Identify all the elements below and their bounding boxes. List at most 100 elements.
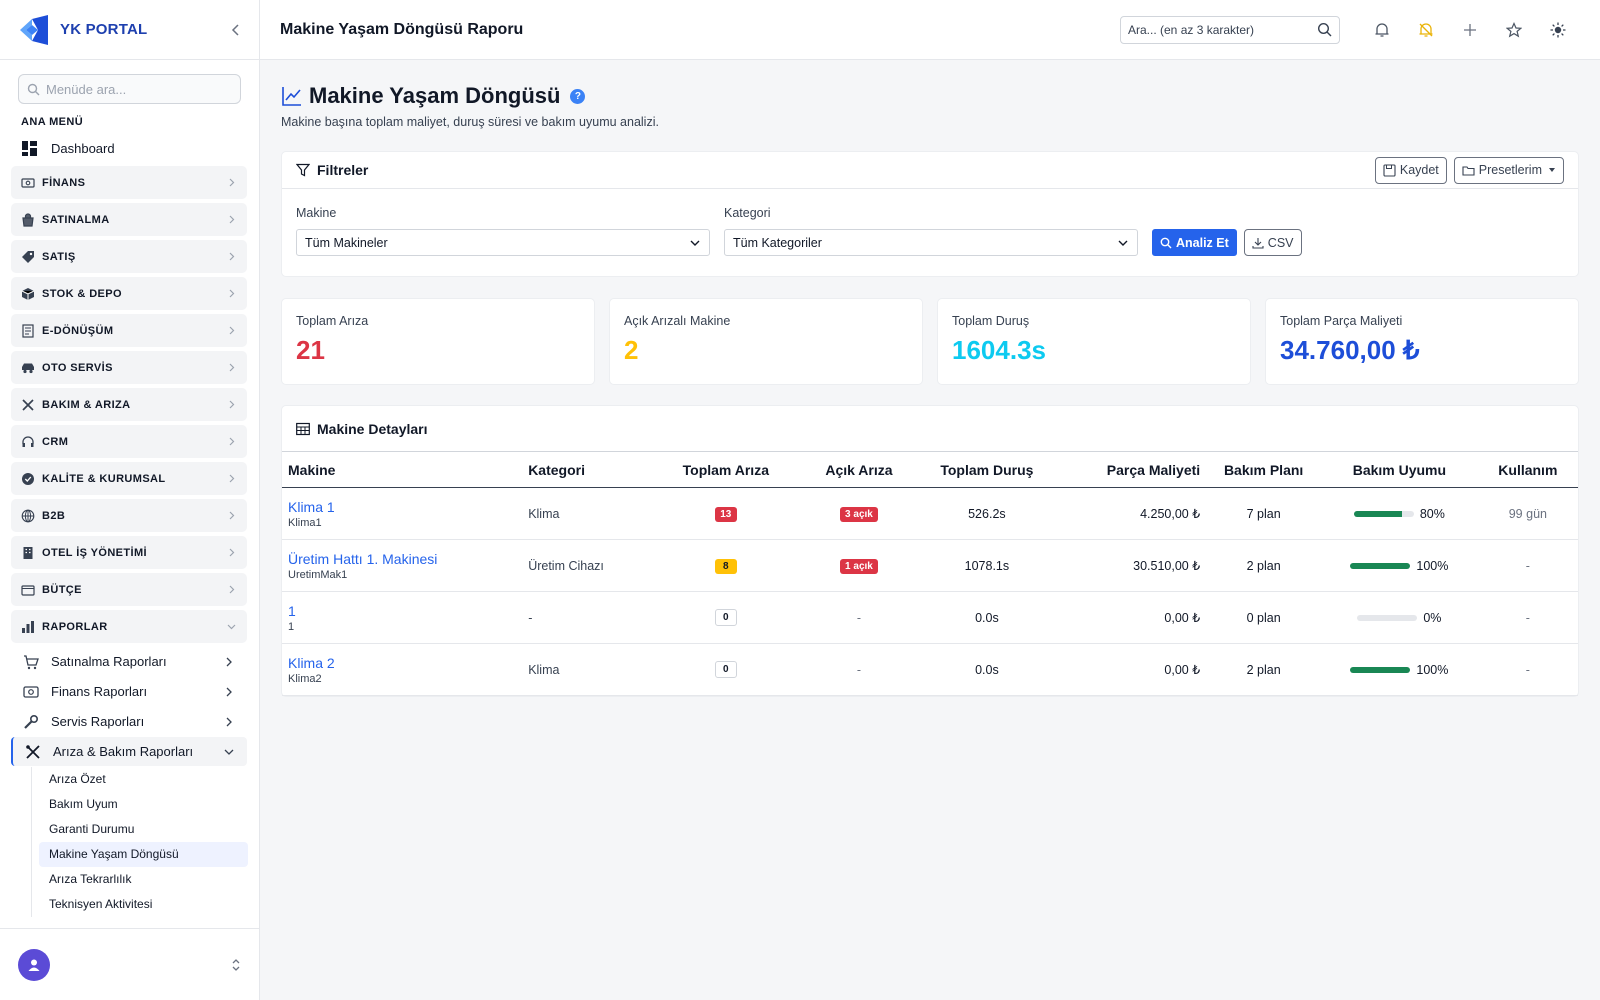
sidebar-item-finans-raporlari[interactable]: Finans Raporları <box>11 677 247 706</box>
sidebar-group-label: BÜTÇE <box>42 583 82 596</box>
usage-value: - <box>1477 539 1578 592</box>
analyze-button[interactable]: Analiz Et <box>1152 229 1237 256</box>
menu-search-input[interactable] <box>46 81 216 97</box>
presets-dropdown[interactable]: Presetlerim <box>1453 156 1564 184</box>
stat-card: Açık Arızalı Makine 2 <box>609 298 923 385</box>
csv-button[interactable]: CSV <box>1243 229 1302 256</box>
avatar[interactable] <box>18 948 50 981</box>
wrench-icon <box>24 714 39 729</box>
sun-icon[interactable] <box>1536 22 1580 38</box>
sidebar-item-label: Finans Raporları <box>51 684 148 699</box>
column-header[interactable]: Makine <box>282 451 523 488</box>
table-row: Klima 2 Klima2 Klima 0 - 0.0s 0,00 ₺ 2 plan 100%… <box>282 643 1578 696</box>
global-search[interactable] <box>1120 15 1340 44</box>
sidebar-leaf-item[interactable]: Teknisyen Aktivitesi <box>39 892 248 917</box>
sidebar-group-8[interactable]: KALİTE & KURUMSAL <box>11 462 247 495</box>
chevron-right-icon <box>226 214 237 225</box>
chevron-right-icon <box>226 362 237 373</box>
sidebar-item-satinalma-raporlari[interactable]: Satınalma Raporları <box>11 647 247 676</box>
stat-value: 1604.3s <box>952 335 1046 365</box>
stat-card: Toplam Parça Maliyeti 34.760,00 ₺ <box>1265 298 1579 385</box>
sidebar-group-0[interactable]: FİNANS <box>11 166 247 199</box>
compliance-value: 100% <box>1416 559 1449 573</box>
chevron-right-icon <box>226 251 237 262</box>
compliance-progress-fill <box>1350 563 1411 569</box>
sidebar-item-servis-raporlari[interactable]: Servis Raporları <box>11 707 247 736</box>
sidebar: YK PORTAL ANA MENÜ Dashboard FİNANS SATIN… <box>0 0 260 1000</box>
table-row: Klima 1 Klima1 Klima 13 3 açık 526.2s 4.250,00… <box>282 487 1578 540</box>
cart-icon <box>24 654 39 669</box>
machine-link[interactable]: 1 <box>288 603 516 619</box>
sidebar-group-6[interactable]: BAKIM & ARIZA <box>11 388 247 421</box>
sidebar-group-3[interactable]: STOK & DEPO <box>11 277 247 310</box>
search-icon[interactable] <box>1317 22 1332 37</box>
compliance-progress-bar <box>1350 667 1411 673</box>
sidebar-group-11[interactable]: BÜTÇE <box>11 573 247 606</box>
global-search-input[interactable] <box>1128 22 1317 37</box>
bell-off-icon[interactable] <box>1404 22 1448 38</box>
column-header[interactable]: Toplam Duruş <box>913 451 1060 488</box>
sidebar-group-1[interactable]: SATINALMA <box>11 203 247 236</box>
machine-category: - <box>522 591 648 644</box>
machine-link[interactable]: Üretim Hattı 1. Makinesi <box>288 551 516 567</box>
chevron-right-icon <box>226 584 237 595</box>
column-header[interactable]: Bakım Uyumu <box>1321 451 1478 488</box>
bell-icon[interactable] <box>1360 22 1404 38</box>
tools-icon <box>21 398 35 412</box>
sidebar-item-ariza-bakim-raporlari[interactable]: Arıza & Bakım Raporları <box>11 737 247 766</box>
sidebar-group-9[interactable]: B2B <box>11 499 247 532</box>
stat-label: Toplam Arıza <box>296 314 369 328</box>
machine-code: Klima2 <box>288 672 322 685</box>
sidebar-group-12[interactable]: RAPORLAR <box>11 610 247 643</box>
open-faults-empty: - <box>856 662 862 677</box>
sidebar-group-label: BAKIM & ARIZA <box>42 398 131 411</box>
filter-icon <box>296 163 310 177</box>
star-icon[interactable] <box>1492 21 1536 38</box>
part-cost-value: 0,00 ₺ <box>1059 591 1207 644</box>
column-header[interactable]: Toplam Arıza <box>647 451 805 488</box>
sidebar-group-5[interactable]: OTO SERVİS <box>11 351 247 384</box>
bag-icon <box>21 212 35 227</box>
sidebar-leaf-item[interactable]: Arıza Özet <box>39 767 248 792</box>
menu-search[interactable] <box>18 74 241 104</box>
compliance-progress-bar <box>1350 563 1411 569</box>
downtime-value: 0.0s <box>913 591 1060 644</box>
column-header[interactable]: Kategori <box>522 451 648 488</box>
sidebar-leaf-item[interactable]: Garanti Durumu <box>39 817 248 842</box>
save-button[interactable]: Kaydet <box>1374 156 1447 184</box>
sidebar-group-10[interactable]: OTEL İŞ YÖNETİMİ <box>11 536 247 569</box>
machine-details-title: Makine Detayları <box>317 420 428 437</box>
page-title: Makine Yaşam Döngüsü <box>309 83 561 108</box>
column-header[interactable]: Bakım Planı <box>1206 451 1322 488</box>
machine-category: Klima <box>522 487 648 540</box>
machine-select[interactable]: Tüm Makineler <box>296 229 710 256</box>
category-select[interactable]: Tüm Kategoriler <box>724 229 1138 256</box>
column-header[interactable]: Parça Maliyeti <box>1059 451 1207 488</box>
plus-icon[interactable] <box>1448 23 1492 37</box>
sidebar-group-4[interactable]: E-DÖNÜŞÜM <box>11 314 247 347</box>
stat-value: 21 <box>296 335 325 365</box>
machine-link[interactable]: Klima 1 <box>288 499 516 515</box>
part-cost-value: 4.250,00 ₺ <box>1059 487 1207 540</box>
collapse-sidebar-icon[interactable] <box>229 23 243 37</box>
column-header[interactable]: Kullanım <box>1477 451 1578 488</box>
chevron-right-icon <box>226 717 232 726</box>
sidebar-item-dashboard[interactable]: Dashboard <box>0 134 259 162</box>
box-icon <box>21 287 35 301</box>
machine-link[interactable]: Klima 2 <box>288 655 516 671</box>
chevron-right-icon <box>226 288 237 299</box>
sidebar-group-2[interactable]: SATIŞ <box>11 240 247 273</box>
topbar: Makine Yaşam Döngüsü Raporu <box>260 0 1600 60</box>
user-icon <box>28 959 40 971</box>
sidebar-leaf-item[interactable]: Bakım Uyum <box>39 792 248 817</box>
sidebar-group-7[interactable]: CRM <box>11 425 247 458</box>
sidebar-leaf-item[interactable]: Arıza Tekrarlılık <box>39 867 248 892</box>
usage-value: 99 gün <box>1477 487 1578 540</box>
column-header[interactable]: Açık Arıza <box>804 451 914 488</box>
chart-line-icon <box>282 87 301 106</box>
help-icon[interactable]: ? <box>570 88 586 104</box>
table-icon <box>296 422 310 435</box>
stat-value: 2 <box>624 335 639 365</box>
chevron-up-down-icon[interactable] <box>231 958 241 972</box>
sidebar-leaf-item[interactable]: Makine Yaşam Döngüsü <box>39 842 248 867</box>
